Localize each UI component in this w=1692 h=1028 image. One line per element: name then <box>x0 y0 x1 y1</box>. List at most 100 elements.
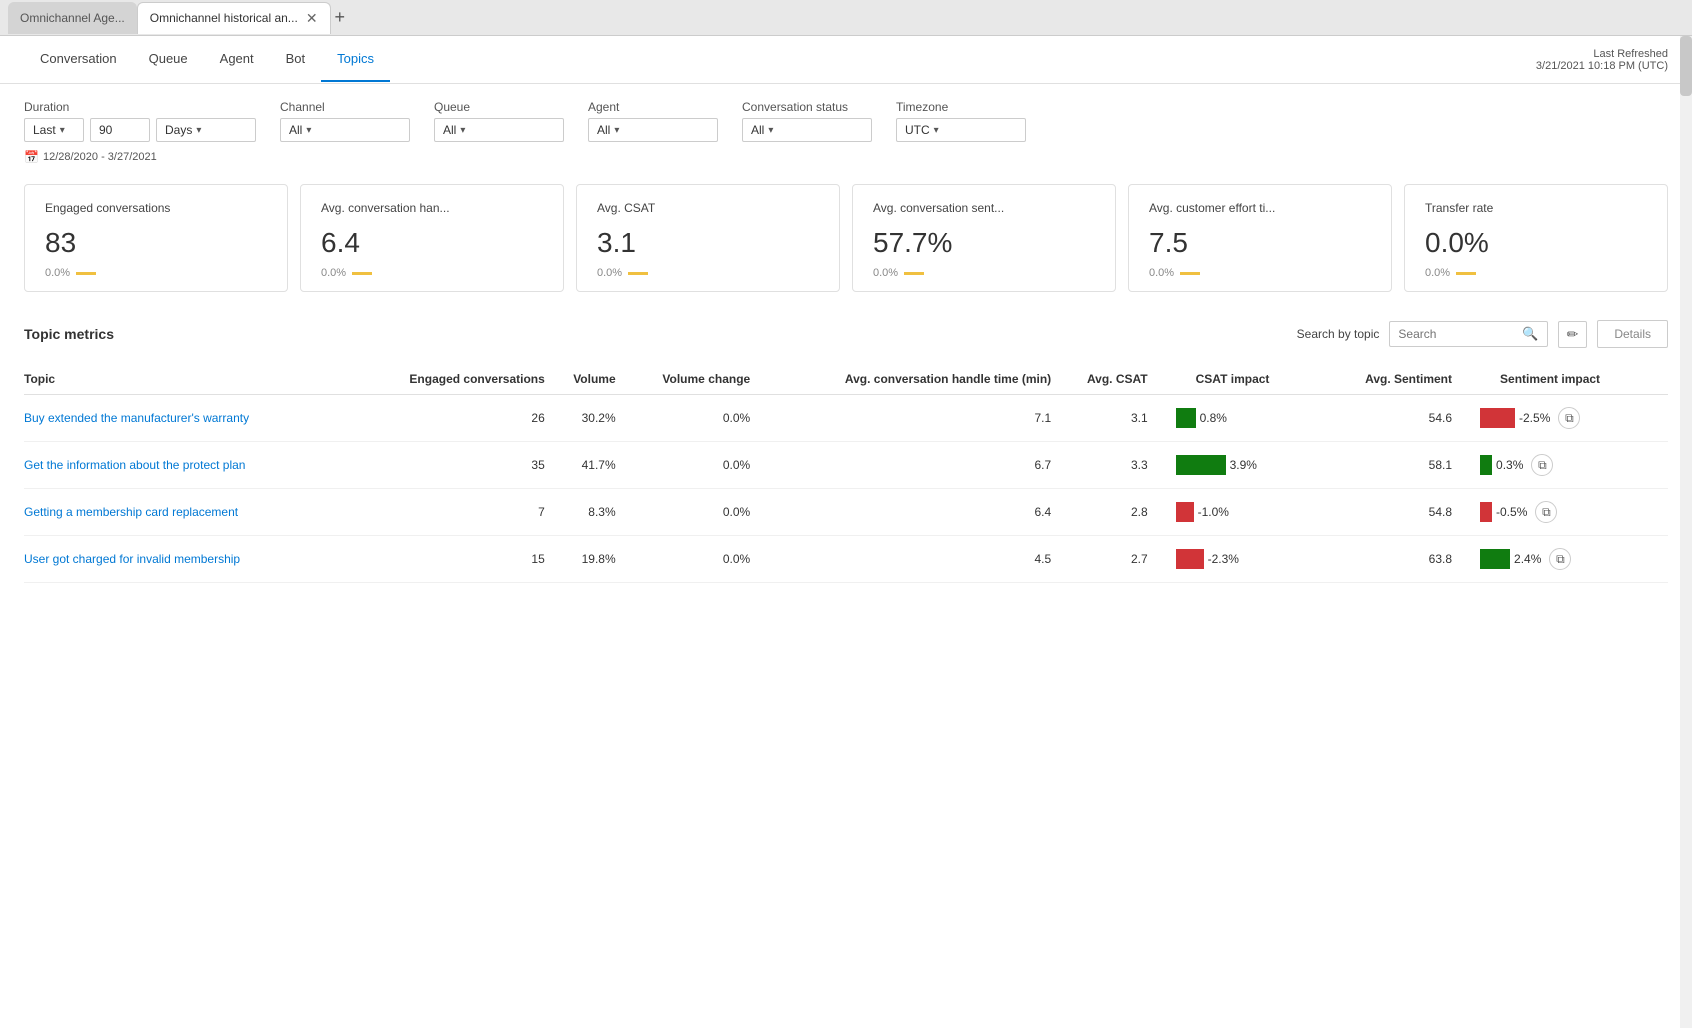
kpi-transfer-change: 0.0% <box>1425 267 1647 279</box>
avg-sentiment-cell: 58.1 <box>1327 442 1460 489</box>
csat-impact-cell: 0.8% <box>1156 395 1327 442</box>
duration-select-unit[interactable]: Days ▾ <box>156 118 256 142</box>
kpi-csat-change: 0.0% <box>597 267 819 279</box>
duration-select-days[interactable]: 90 <box>90 118 150 142</box>
conversation-status-label: Conversation status <box>742 100 872 114</box>
kpi-row: Engaged conversations 83 0.0% Avg. conve… <box>0 172 1692 304</box>
table-header-row: Topic Engaged conversations Volume Volum… <box>24 364 1668 395</box>
timezone-label: Timezone <box>896 100 1026 114</box>
chevron-down-icon: ▾ <box>196 125 201 136</box>
avg-csat-cell: 2.8 <box>1059 489 1155 536</box>
nav-bot[interactable]: Bot <box>270 37 322 82</box>
csat-impact-value: 3.9% <box>1230 458 1257 472</box>
chevron-down-icon: ▾ <box>768 125 773 136</box>
queue-label: Queue <box>434 100 564 114</box>
nav-conversation[interactable]: Conversation <box>24 37 133 82</box>
chevron-down-icon: ▾ <box>614 125 619 136</box>
queue-select[interactable]: All ▾ <box>434 118 564 142</box>
sentiment-bar-cell: 2.4% ⧉ <box>1480 548 1660 570</box>
avg-csat-cell: 3.1 <box>1059 395 1155 442</box>
duration-label: Duration <box>24 100 256 114</box>
sentiment-impact-value: -0.5% <box>1496 505 1527 519</box>
topic-name-cell: Getting a membership card replacement <box>24 489 351 536</box>
topic-name[interactable]: Getting a membership card replacement <box>24 505 238 519</box>
kpi-csat-title: Avg. CSAT <box>597 201 819 215</box>
section-controls: Search by topic 🔍 ✏ Details <box>1297 320 1668 348</box>
col-handle-time: Avg. conversation handle time (min) <box>758 364 1059 395</box>
link-button[interactable]: ⧉ <box>1531 454 1553 476</box>
timezone-select[interactable]: UTC ▾ <box>896 118 1026 142</box>
table-row: User got charged for invalid membership … <box>24 536 1668 583</box>
nav-links: Conversation Queue Agent Bot Topics <box>24 37 390 82</box>
csat-impact-cell: -2.3% <box>1156 536 1327 583</box>
csat-impact-cell: 3.9% <box>1156 442 1327 489</box>
col-engaged: Engaged conversations <box>351 364 552 395</box>
col-topic: Topic <box>24 364 351 395</box>
search-label: Search by topic <box>1297 327 1380 341</box>
engaged-cell: 15 <box>351 536 552 583</box>
sentiment-bar-positive <box>1480 549 1510 569</box>
tab-2[interactable]: Omnichannel historical an... ✕ <box>137 2 331 34</box>
kpi-handle-time-value: 6.4 <box>321 227 543 259</box>
csat-impact-cell: -1.0% <box>1156 489 1327 536</box>
search-box: 🔍 <box>1389 321 1547 347</box>
section-title: Topic metrics <box>24 326 114 342</box>
csat-bar-cell: -2.3% <box>1176 549 1319 569</box>
col-volume-change: Volume change <box>624 364 759 395</box>
filter-conversation-status: Conversation status All ▾ <box>742 100 872 142</box>
kpi-engaged-change: 0.0% <box>45 267 267 279</box>
kpi-engaged: Engaged conversations 83 0.0% <box>24 184 288 292</box>
browser-tabs: Omnichannel Age... Omnichannel historica… <box>0 0 1692 36</box>
link-button[interactable]: ⧉ <box>1558 407 1580 429</box>
topic-table: Topic Engaged conversations Volume Volum… <box>24 364 1668 583</box>
link-button[interactable]: ⧉ <box>1549 548 1571 570</box>
kpi-transfer: Transfer rate 0.0% 0.0% <box>1404 184 1668 292</box>
kpi-bar-icon <box>628 272 648 275</box>
volume-cell: 19.8% <box>553 536 624 583</box>
details-button[interactable]: Details <box>1597 320 1668 348</box>
topic-name[interactable]: Buy extended the manufacturer's warranty <box>24 411 249 425</box>
kpi-sentiment-change: 0.0% <box>873 267 1095 279</box>
top-nav: Conversation Queue Agent Bot Topics Last… <box>0 36 1692 84</box>
topic-name-cell: Buy extended the manufacturer's warranty <box>24 395 351 442</box>
kpi-bar-icon <box>1456 272 1476 275</box>
topic-name[interactable]: User got charged for invalid membership <box>24 552 240 566</box>
kpi-sentiment-value: 57.7% <box>873 227 1095 259</box>
csat-bar-negative <box>1176 549 1204 569</box>
chevron-down-icon: ▾ <box>460 125 465 136</box>
section-header: Topic metrics Search by topic 🔍 ✏ Detail… <box>24 320 1668 348</box>
kpi-bar-icon <box>1180 272 1200 275</box>
duration-select-last[interactable]: Last ▾ <box>24 118 84 142</box>
channel-select[interactable]: All ▾ <box>280 118 410 142</box>
topic-name-cell: User got charged for invalid membership <box>24 536 351 583</box>
sentiment-bar-cell: -0.5% ⧉ <box>1480 501 1660 523</box>
search-input[interactable] <box>1398 327 1518 341</box>
avg-sentiment-cell: 54.8 <box>1327 489 1460 536</box>
engaged-cell: 35 <box>351 442 552 489</box>
kpi-csat: Avg. CSAT 3.1 0.0% <box>576 184 840 292</box>
volume-cell: 30.2% <box>553 395 624 442</box>
csat-bar-cell: -1.0% <box>1176 502 1319 522</box>
csat-impact-value: -2.3% <box>1208 552 1239 566</box>
kpi-effort: Avg. customer effort ti... 7.5 0.0% <box>1128 184 1392 292</box>
pencil-button[interactable]: ✏ <box>1558 321 1588 348</box>
duration-controls: Last ▾ 90 Days ▾ <box>24 118 256 142</box>
close-icon[interactable]: ✕ <box>306 11 318 25</box>
filter-timezone: Timezone UTC ▾ <box>896 100 1026 142</box>
add-tab-button[interactable]: + <box>335 7 346 28</box>
sentiment-bar-cell: -2.5% ⧉ <box>1480 407 1660 429</box>
topic-name[interactable]: Get the information about the protect pl… <box>24 458 245 472</box>
scrollbar[interactable] <box>1680 36 1692 1028</box>
nav-topics[interactable]: Topics <box>321 37 390 82</box>
last-refreshed-label: Last Refreshed <box>1536 48 1668 60</box>
nav-queue[interactable]: Queue <box>133 37 204 82</box>
agent-select[interactable]: All ▾ <box>588 118 718 142</box>
tab-1[interactable]: Omnichannel Age... <box>8 2 137 34</box>
scrollbar-thumb[interactable] <box>1680 36 1692 96</box>
conversation-status-select[interactable]: All ▾ <box>742 118 872 142</box>
search-icon: 🔍 <box>1522 326 1538 342</box>
volume-change-cell: 0.0% <box>624 489 759 536</box>
tab-2-label: Omnichannel historical an... <box>150 11 298 25</box>
nav-agent[interactable]: Agent <box>204 37 270 82</box>
link-button[interactable]: ⧉ <box>1535 501 1557 523</box>
